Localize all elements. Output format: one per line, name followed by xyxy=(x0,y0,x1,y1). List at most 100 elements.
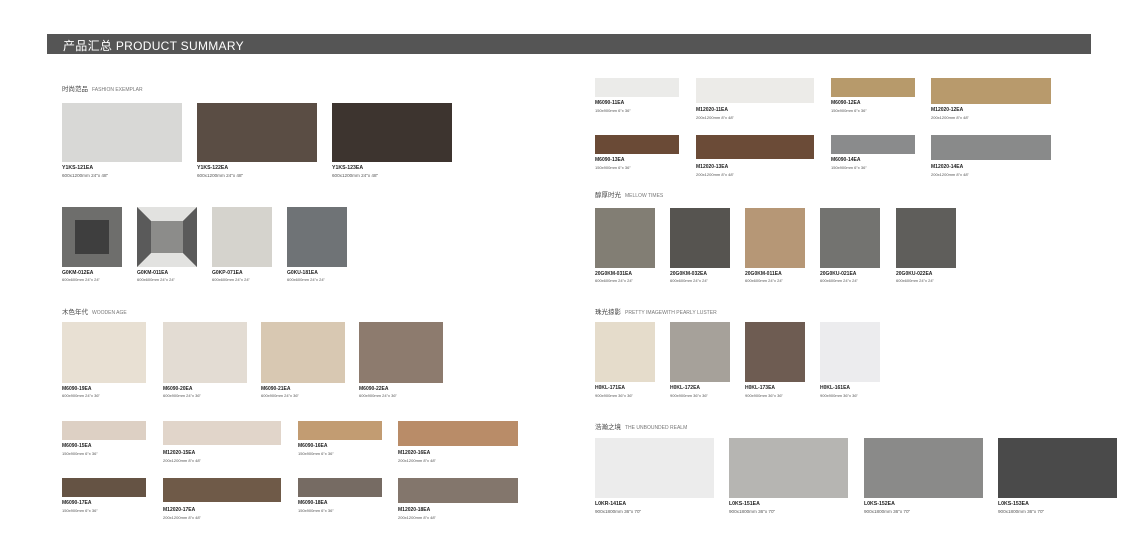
tile-size: 600x1200mm 24"x 48" xyxy=(332,173,379,178)
tile-size: 200x1200mm 8"x 48" xyxy=(696,172,734,177)
tile-code: L0KS-153EA xyxy=(998,501,1029,507)
tile-code: Y1KS-121EA xyxy=(62,165,94,171)
tile-code: M12020-13EA xyxy=(696,164,729,170)
tile-swatch xyxy=(163,478,281,502)
tile-swatch xyxy=(595,438,714,498)
tile-size: 600x600mm 24"x 24" xyxy=(595,278,633,283)
tile-code: G0KM-012EA xyxy=(62,270,94,276)
tile-size: 200x1200mm 8"x 48" xyxy=(163,458,201,463)
tile-swatch xyxy=(696,135,814,159)
tile-size: 600x600mm 24"x 24" xyxy=(896,278,934,283)
section-title-cn: 浩瀚之境 xyxy=(595,424,621,431)
tile-swatch xyxy=(729,438,848,498)
page-header: 产品汇总 PRODUCT SUMMARY xyxy=(47,34,1091,54)
tile-code: M6090-12EA xyxy=(831,100,861,106)
tile-code: M6090-11EA xyxy=(595,100,625,106)
tile-size: 150x900mm 6"x 36" xyxy=(831,108,867,113)
tile-code: M12020-12EA xyxy=(931,107,964,113)
tile-swatch xyxy=(831,78,915,97)
tile-size: 600x900mm 24"x 36" xyxy=(62,393,100,398)
tile-size: 150x900mm 6"x 36" xyxy=(62,508,98,513)
tile-code: M6090-20EA xyxy=(163,386,193,392)
tile-code: M12020-14EA xyxy=(931,164,964,170)
tile-swatch xyxy=(670,322,730,382)
tile-size: 600x600mm 24"x 24" xyxy=(745,278,783,283)
tile-swatch xyxy=(931,135,1051,160)
tile-code: M6090-16EA xyxy=(298,443,328,449)
tile-code: 20G0KM-031EA xyxy=(595,271,632,277)
tile-size: 900x1800mm 36"x 70" xyxy=(864,509,911,514)
section-title-wooden: 木色年代 WOODEN AGE xyxy=(62,306,127,316)
tile-swatch xyxy=(62,322,146,383)
tile-swatch xyxy=(62,207,122,267)
tile-swatch xyxy=(896,208,956,268)
tile-size: 900x1800mm 36"x 70" xyxy=(595,509,642,514)
tile-code: G0KP-071EA xyxy=(212,270,243,276)
tile-code: M12020-15EA xyxy=(163,450,196,456)
tile-size: 600x900mm 24"x 36" xyxy=(163,393,201,398)
tile-size: 600x600mm 24"x 24" xyxy=(670,278,708,283)
tile-size: 600x600mm 24"x 24" xyxy=(137,277,175,282)
tile-swatch xyxy=(287,207,347,267)
tile-code: 20G0KM-032EA xyxy=(670,271,707,277)
tile-code: Y1KS-122EA xyxy=(197,165,229,171)
tile-size: 200x1200mm 8"x 48" xyxy=(398,515,436,520)
tile-swatch xyxy=(163,322,247,383)
tile-swatch xyxy=(696,78,814,103)
tile-size: 150x900mm 6"x 36" xyxy=(595,165,631,170)
tile-size: 600x1200mm 24"x 48" xyxy=(197,173,244,178)
tile-pattern-square xyxy=(75,220,109,254)
tile-code: M6090-17EA xyxy=(62,500,92,506)
tile-swatch xyxy=(62,421,146,440)
tile-swatch xyxy=(831,135,915,154)
tile-swatch xyxy=(745,322,805,382)
tile-swatch xyxy=(595,78,679,97)
tile-code: M6090-15EA xyxy=(62,443,92,449)
tile-code: H0KL-172EA xyxy=(670,385,701,391)
tile-size: 150x900mm 6"x 36" xyxy=(831,165,867,170)
tile-code: 20G0KM-011EA xyxy=(745,271,782,277)
tile-code: M6090-21EA xyxy=(261,386,291,392)
tile-swatch xyxy=(359,322,443,383)
tile-size: 200x1200mm 8"x 48" xyxy=(163,515,201,520)
tile-code: L0KR-141EA xyxy=(595,501,627,507)
tile-swatch xyxy=(931,78,1051,104)
tile-swatch xyxy=(820,208,880,268)
tile-swatch xyxy=(595,135,679,154)
tile-code: H0KL-171EA xyxy=(595,385,626,391)
section-title-en: WOODEN AGE xyxy=(92,310,127,316)
section-title-fashion: 时尚范品 FASHION EXEMPLAR xyxy=(62,83,143,93)
tile-swatch xyxy=(745,208,805,268)
tile-swatch xyxy=(197,103,317,162)
tile-size: 900x1800mm 36"x 70" xyxy=(729,509,776,514)
tile-code: L0KS-152EA xyxy=(864,501,895,507)
section-title-mellow: 醇厚时光 MELLOW TIMES xyxy=(595,189,663,199)
tile-swatch xyxy=(398,421,518,446)
tile-swatch xyxy=(398,478,518,503)
tile-code: M12020-18EA xyxy=(398,507,431,513)
tile-code: G0KU-181EA xyxy=(287,270,318,276)
tile-code: M6090-19EA xyxy=(62,386,92,392)
section-title-cn: 珠光掠影 xyxy=(595,309,621,316)
tile-swatch xyxy=(298,421,382,440)
section-title-pearly: 珠光掠影 PRETTY IMAGEWITH PEARLY LUSTER xyxy=(595,306,717,316)
tile-size: 150x900mm 6"x 36" xyxy=(298,451,334,456)
tile-size: 600x600mm 24"x 24" xyxy=(820,278,858,283)
tile-swatch xyxy=(212,207,272,267)
tile-code: M12020-17EA xyxy=(163,507,196,513)
tile-code: M6090-14EA xyxy=(831,157,861,163)
tile-size: 150x900mm 6"x 36" xyxy=(298,508,334,513)
tile-size: 200x1200mm 8"x 48" xyxy=(696,115,734,120)
tile-size: 900x900mm 36"x 36" xyxy=(820,393,858,398)
tile-code: 20G0KU-022EA xyxy=(896,271,933,277)
tile-swatch xyxy=(864,438,983,498)
section-title-en: MELLOW TIMES xyxy=(625,193,664,199)
section-title-cn: 醇厚时光 xyxy=(595,192,621,199)
tile-code: 20G0KU-021EA xyxy=(820,271,857,277)
tile-swatch xyxy=(998,438,1117,498)
tile-code: M6090-18EA xyxy=(298,500,328,506)
tile-size: 600x900mm 24"x 36" xyxy=(261,393,299,398)
tile-size: 900x900mm 36"x 36" xyxy=(670,393,708,398)
tile-swatch xyxy=(332,103,452,162)
tile-size: 200x1200mm 8"x 48" xyxy=(931,115,969,120)
